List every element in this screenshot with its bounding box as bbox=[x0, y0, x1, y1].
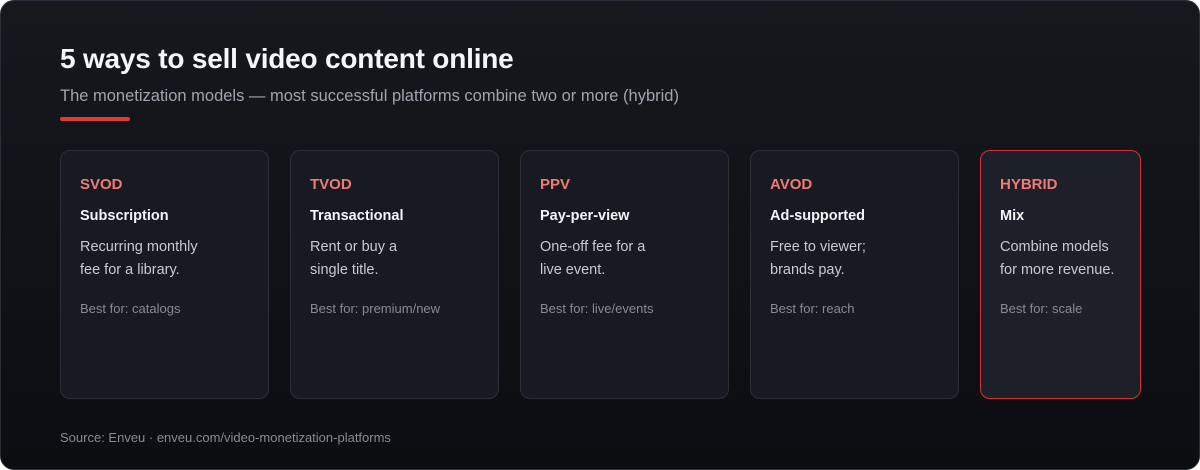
card-ppv: PPV Pay-per-view One-off fee for a live … bbox=[520, 150, 729, 399]
card-description: One-off fee for a live event. bbox=[540, 236, 645, 282]
card-name: Transactional bbox=[310, 208, 404, 224]
page-title: 5 ways to sell video content online bbox=[60, 43, 514, 74]
card-description-line: fee for a library. bbox=[80, 262, 180, 278]
card-description: Combine models for more revenue. bbox=[1000, 236, 1114, 282]
card-description: Recurring monthly fee for a library. bbox=[80, 236, 198, 282]
card-description-line: brands pay. bbox=[770, 262, 845, 278]
card-hybrid: HYBRID Mix Combine models for more reven… bbox=[980, 150, 1141, 399]
card-tvod: TVOD Transactional Rent or buy a single … bbox=[290, 150, 499, 399]
card-description-line: Rent or buy a bbox=[310, 239, 398, 255]
card-best-for: Best for: reach bbox=[770, 301, 855, 316]
card-code: HYBRID bbox=[1000, 176, 1058, 193]
card-description-line: single title. bbox=[310, 262, 379, 278]
card-svod: SVOD Subscription Recurring monthly fee … bbox=[60, 150, 269, 399]
card-best-for: Best for: catalogs bbox=[80, 301, 181, 316]
card-name: Mix bbox=[1000, 208, 1025, 224]
card-best-for: Best for: live/events bbox=[540, 301, 654, 316]
card-code: AVOD bbox=[770, 176, 813, 193]
card-description-line: One-off fee for a bbox=[540, 239, 646, 255]
accent-divider bbox=[60, 117, 130, 121]
card-code: SVOD bbox=[80, 176, 123, 193]
card-name: Subscription bbox=[80, 208, 169, 224]
card-description-line: Free to viewer; bbox=[770, 239, 866, 255]
card-description: Rent or buy a single title. bbox=[310, 236, 397, 282]
card-code: PPV bbox=[540, 176, 571, 193]
card-best-for: Best for: scale bbox=[1000, 301, 1083, 316]
card-name: Pay-per-view bbox=[540, 208, 630, 224]
page-subtitle: The monetization models — most successfu… bbox=[60, 87, 679, 105]
source-caption: Source: Enveu · enveu.com/video-monetiza… bbox=[60, 430, 391, 445]
card-description-line: live event. bbox=[540, 262, 606, 278]
infographic-frame: 5 ways to sell video content online The … bbox=[0, 0, 1200, 470]
card-code: TVOD bbox=[310, 176, 352, 193]
card-avod: AVOD Ad-supported Free to viewer; brands… bbox=[750, 150, 959, 399]
card-description-line: Recurring monthly bbox=[80, 239, 198, 255]
card-best-for: Best for: premium/new bbox=[310, 301, 441, 316]
card-description-line: Combine models bbox=[1000, 239, 1109, 255]
card-description-line: for more revenue. bbox=[1000, 262, 1115, 278]
card-description: Free to viewer; brands pay. bbox=[770, 236, 866, 282]
card-name: Ad-supported bbox=[770, 208, 866, 224]
